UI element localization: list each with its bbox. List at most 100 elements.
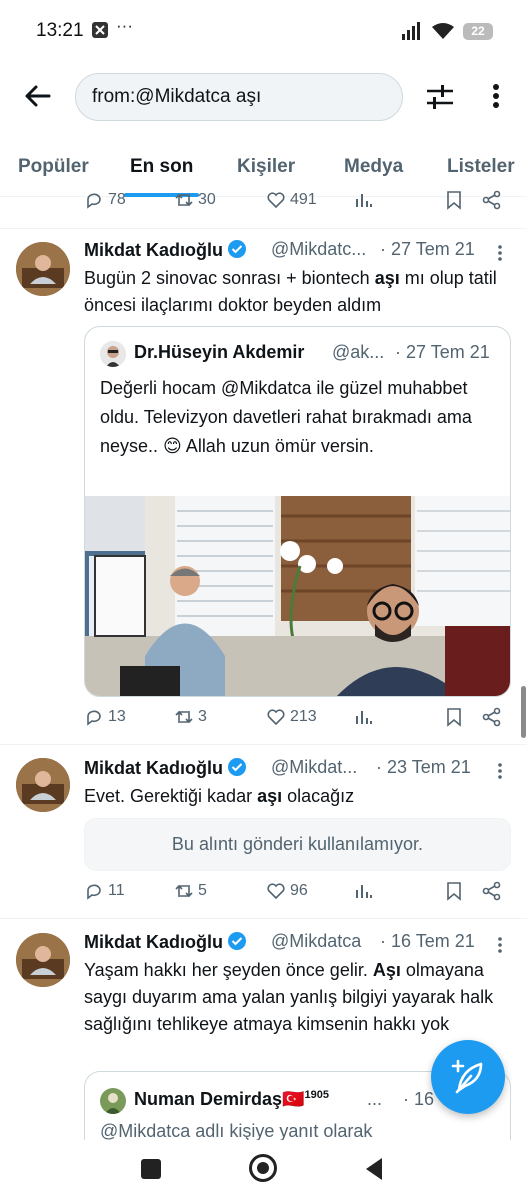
- tab-populer[interactable]: Popüler: [18, 156, 89, 178]
- compose-tweet-button[interactable]: [431, 1040, 505, 1114]
- share-button[interactable]: [482, 190, 502, 210]
- avatar[interactable]: [16, 242, 70, 296]
- tweet-text-part: Yaşam hakkı her şeyden önce gelir.: [84, 960, 373, 980]
- recents-square-icon[interactable]: [141, 1159, 161, 1179]
- retweet-icon: [175, 193, 193, 207]
- heart-icon: [267, 883, 285, 900]
- quoted-reply-context: @Mikdatca adlı kişiye yanıt olarak: [100, 1121, 373, 1140]
- quoted-avatar: [100, 341, 126, 367]
- retweet-icon: [175, 884, 193, 898]
- quoted-author-name: Dr.Hüseyin Akdemir: [134, 342, 305, 362]
- author-name-text: Mikdat Kadıoğlu: [84, 240, 223, 260]
- quoted-handle: @ak...: [332, 342, 385, 362]
- tweet-divider: [0, 918, 527, 919]
- tweet-date[interactable]: · 27 Tem 21: [380, 239, 475, 260]
- retweet-button[interactable]: 30: [174, 190, 216, 210]
- tweet-actions: 78 30 491: [0, 190, 527, 220]
- author-handle[interactable]: @Mikdat...: [271, 757, 357, 778]
- tweet-date[interactable]: · 23 Tem 21: [376, 757, 471, 778]
- bookmark-button[interactable]: [444, 881, 464, 901]
- heart-icon: [267, 192, 285, 209]
- quoted-photo[interactable]: [85, 496, 510, 696]
- quoted-text: Değerli hocam @Mikdatca ile güzel muhabb…: [100, 378, 472, 456]
- author-handle[interactable]: @Mikdatc...: [271, 239, 366, 260]
- views-chart-icon: [356, 711, 372, 724]
- battery-indicator: 22: [463, 22, 493, 40]
- views-button[interactable]: [354, 190, 374, 210]
- share-icon: [482, 707, 501, 727]
- home-circle-icon[interactable]: [249, 1154, 277, 1182]
- unavailable-quote-notice: Bu alıntı gönderi kullanılamıyor.: [84, 818, 511, 871]
- verified-badge-icon: [228, 240, 246, 258]
- scrollbar[interactable]: [521, 686, 526, 738]
- share-button[interactable]: [482, 881, 502, 901]
- quoted-author-name: Numan Demirdaş🇹🇷1905: [134, 1089, 329, 1110]
- share-button[interactable]: [482, 707, 502, 727]
- reply-count: 13: [108, 708, 126, 725]
- retweet-count: 30: [198, 191, 216, 208]
- search-header: from:@Mikdatca aşı: [0, 62, 527, 142]
- quoted-handle: ...: [367, 1089, 383, 1109]
- status-time: 13:21: [36, 20, 84, 41]
- tweet-more-icon[interactable]: [496, 243, 504, 263]
- avatar[interactable]: [16, 758, 70, 812]
- bookmark-icon: [447, 708, 461, 727]
- like-button[interactable]: 213: [266, 707, 317, 727]
- tweet-date[interactable]: · 16 Tem 21: [380, 931, 475, 952]
- search-input[interactable]: from:@Mikdatca aşı: [75, 73, 403, 121]
- tweet-divider: [0, 744, 527, 745]
- quoted-author-superscript: 1905: [304, 1089, 329, 1101]
- reply-icon: [87, 884, 101, 900]
- tab-en-son[interactable]: En son: [130, 156, 193, 178]
- quoted-tweet[interactable]: Dr.Hüseyin Akdemir @ak... · 27 Tem 21 De…: [84, 326, 511, 697]
- author-handle[interactable]: @Mikdatca: [271, 931, 361, 952]
- like-button[interactable]: 96: [266, 881, 308, 901]
- tab-medya[interactable]: Medya: [344, 156, 403, 178]
- tab-kisiler[interactable]: Kişiler: [237, 156, 295, 178]
- like-count: 491: [290, 191, 317, 208]
- more-options-icon[interactable]: [486, 78, 506, 114]
- tweet-more-icon[interactable]: [496, 935, 504, 955]
- reply-button[interactable]: 78: [84, 190, 126, 210]
- views-chart-icon: [356, 194, 372, 207]
- tweet-text-part: olacağız: [282, 786, 355, 806]
- compose-feather-icon: [451, 1059, 483, 1094]
- tweet-text: Evet. Gerektiği kadar aşı olacağız: [84, 783, 514, 810]
- quoted-author-text: Numan Demirdaş🇹🇷: [134, 1089, 305, 1109]
- retweet-button[interactable]: 5: [174, 881, 207, 901]
- retweet-count: 5: [198, 882, 207, 899]
- retweet-icon: [175, 710, 193, 724]
- reply-button[interactable]: 11: [84, 881, 125, 901]
- tweet-more-icon[interactable]: [496, 761, 504, 781]
- search-tabs: Popüler En son Kişiler Medya Listeler: [0, 142, 527, 197]
- views-chart-icon: [356, 885, 372, 898]
- retweet-button[interactable]: 3: [174, 707, 207, 727]
- reply-icon: [87, 193, 101, 209]
- quoted-avatar: [100, 1088, 126, 1114]
- bookmark-button[interactable]: [444, 190, 464, 210]
- tab-listeler[interactable]: Listeler: [447, 156, 515, 178]
- share-icon: [482, 881, 501, 901]
- notification-icon: [90, 20, 110, 45]
- tweet-text-part: Evet. Gerektiği kadar: [84, 786, 258, 806]
- filter-settings-icon[interactable]: [424, 82, 456, 112]
- back-triangle-icon[interactable]: [364, 1157, 384, 1186]
- back-arrow-icon[interactable]: [22, 80, 54, 112]
- quoted-date: · 27 Tem 21: [395, 342, 490, 362]
- author-name[interactable]: Mikdat Kadıoğlu: [84, 239, 247, 261]
- like-button[interactable]: 491: [266, 190, 317, 210]
- avatar[interactable]: [16, 933, 70, 987]
- home-dot: [257, 1162, 269, 1174]
- author-name[interactable]: Mikdat Kadıoğlu: [84, 757, 247, 779]
- author-name[interactable]: Mikdat Kadıoğlu: [84, 931, 247, 953]
- bookmark-button[interactable]: [444, 707, 464, 727]
- reply-count: 11: [108, 882, 125, 899]
- like-count: 213: [290, 708, 317, 725]
- reply-button[interactable]: 13: [84, 707, 126, 727]
- tweet-text: Bugün 2 sinovac sonrası + biontech aşı m…: [84, 265, 514, 319]
- reply-icon: [87, 710, 101, 726]
- search-highlight: Aşı: [372, 960, 401, 980]
- views-button[interactable]: [354, 881, 374, 901]
- system-navigation-bar: [0, 1140, 527, 1200]
- views-button[interactable]: [354, 707, 374, 727]
